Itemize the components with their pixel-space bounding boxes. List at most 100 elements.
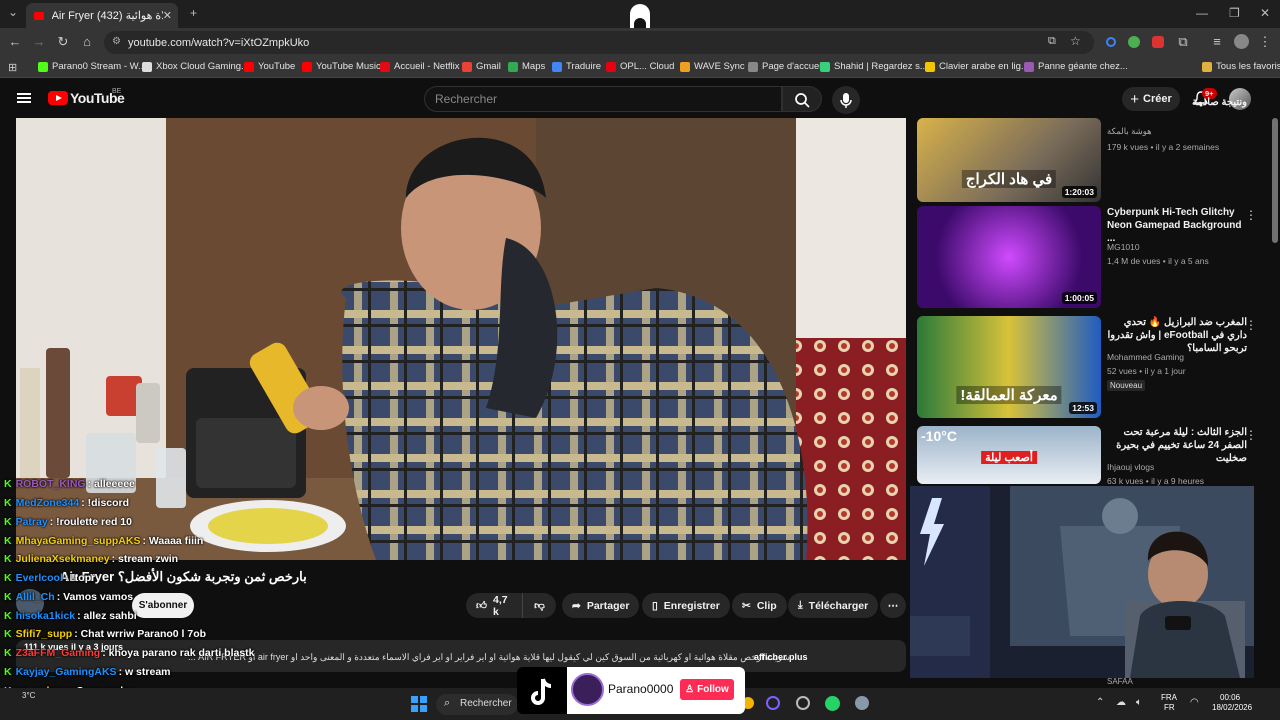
home-icon[interactable]: ⌂: [80, 35, 94, 49]
bookmark-label: YouTube: [258, 61, 296, 72]
more-actions-button[interactable]: ⋯: [880, 593, 906, 618]
more-options-icon[interactable]: ⋮: [1245, 318, 1257, 332]
tab-close-icon[interactable]: ✕: [163, 9, 172, 22]
related-video-card[interactable]: في هاد الكراج 1:20:03 ونتيجة صادمة هوشة بال…: [917, 96, 1277, 202]
video-thumbnail[interactable]: في هاد الكراج 1:20:03: [917, 118, 1101, 202]
minimize-button[interactable]: —: [1196, 6, 1208, 20]
related-view-stats: 1,4 M de vues • il y a 5 ans: [1107, 256, 1209, 266]
tray-chevron-icon[interactable]: ⌃: [1096, 697, 1104, 708]
tab-search-icon[interactable]: ⌄: [8, 5, 18, 19]
bookmark-favicon-icon: [680, 61, 690, 72]
chat-message: K MedZone344: !discord: [4, 497, 129, 509]
related-video-title[interactable]: ونتيجة صادمة: [1107, 96, 1247, 109]
sidebar-scrollbar[interactable]: [1272, 118, 1278, 243]
bookmark-item[interactable]: Accueil - Netflix: [380, 61, 459, 72]
bookmark-label: Page d'accueil: [762, 61, 824, 72]
video-thumbnail[interactable]: 1:00:05: [917, 206, 1101, 308]
bookmark-item[interactable]: Shahid | Regardez s...: [820, 61, 928, 72]
clock-date[interactable]: 18/02/2026: [1212, 703, 1252, 712]
bookmark-star-icon[interactable]: ☆: [1070, 34, 1081, 48]
bookmark-item[interactable]: Gmail: [462, 61, 501, 72]
all-bookmarks-button[interactable]: Tous les favoris: [1202, 61, 1280, 72]
site-info-icon[interactable]: ⚙: [112, 36, 121, 47]
video-thumbnail[interactable]: أصعب ليلة -10°C: [917, 426, 1101, 484]
search-button[interactable]: [782, 86, 822, 112]
bookmark-item[interactable]: YouTube: [244, 61, 295, 72]
search-icon: ⌕: [444, 697, 451, 709]
weather-widget[interactable]: 3°C: [22, 691, 35, 700]
related-video-title[interactable]: Cyberpunk Hi-Tech Glitchy Neon Gamepad B…: [1107, 206, 1247, 245]
related-channel-name[interactable]: Mohammed Gaming: [1107, 352, 1184, 362]
windows-start-icon[interactable]: [411, 696, 427, 712]
install-icon[interactable]: ⧉: [1048, 35, 1056, 48]
clock-time[interactable]: 00:06: [1220, 693, 1240, 702]
bookmark-item[interactable]: Page d'accueil: [748, 61, 824, 72]
more-options-icon[interactable]: ⋮: [1245, 208, 1257, 222]
related-video-card[interactable]: معركة العمالقة! 12:53 المغرب ضد البرازيل 🔥…: [917, 316, 1277, 422]
bookmark-item[interactable]: Clavier arabe en lig...: [925, 61, 1029, 72]
reload-icon[interactable]: ↻: [56, 35, 70, 49]
address-bar[interactable]: ⚙ youtube.com/watch?v=iXtOZmpkUko ⧉ ☆: [104, 31, 1094, 54]
bookmark-favicon-icon: [606, 61, 616, 72]
thumbnail-temperature: -10°C: [921, 428, 957, 444]
more-options-icon[interactable]: ⋮: [1245, 428, 1257, 442]
back-icon[interactable]: ←: [8, 35, 22, 49]
keyboard-layout[interactable]: FR: [1164, 703, 1175, 712]
like-button[interactable]: 👍︎ 4,7 k: [466, 593, 522, 618]
menu-kebab-icon[interactable]: ⋮: [1258, 35, 1272, 49]
volume-icon[interactable]: 🔈︎: [1136, 697, 1142, 708]
settings-gear-icon[interactable]: [855, 696, 869, 710]
forward-icon[interactable]: →: [32, 35, 46, 49]
network-icon[interactable]: ☁: [1116, 697, 1126, 708]
subscribe-button[interactable]: S'abonner: [132, 593, 194, 618]
related-channel-name[interactable]: MG1010: [1107, 242, 1140, 252]
youtube-logo-icon[interactable]: [48, 91, 68, 105]
bookmark-item[interactable]: WAVE Sync: [680, 61, 745, 72]
voice-search-button[interactable]: [832, 86, 860, 114]
extension-red-icon[interactable]: [1152, 36, 1164, 48]
close-window-button[interactable]: ✕: [1260, 6, 1270, 20]
apps-grid-icon[interactable]: ⊞: [8, 61, 17, 74]
chat-text: : khoya parano rak darti blastk: [102, 647, 255, 659]
tiktok-follow-button[interactable]: ♙ Follow: [680, 679, 734, 700]
wifi-icon[interactable]: ◠: [1190, 697, 1199, 708]
bookmark-item[interactable]: Panne géante chez...: [1024, 61, 1128, 72]
bookmark-item[interactable]: Traduire: [552, 61, 601, 72]
related-channel-name[interactable]: هوشة بالمكة: [1107, 126, 1152, 137]
bookmark-item[interactable]: OPL... Cloud: [606, 61, 674, 72]
chrome-taskbar-icon[interactable]: [796, 696, 810, 710]
keyboard-language[interactable]: FRA: [1161, 693, 1177, 702]
bookmark-label: Parano0 Stream - W...: [52, 61, 146, 72]
video-player[interactable]: [16, 118, 906, 560]
related-video-card[interactable]: 1:00:05 Cyberpunk Hi-Tech Glitchy Neon Ga…: [917, 206, 1277, 312]
related-video-title[interactable]: الجزء الثالث : ليلة مرعبة تحت الصفر 24 س…: [1107, 426, 1247, 465]
whatsapp-icon[interactable]: [825, 696, 840, 711]
taskbar-search[interactable]: ⌕ Rechercher: [436, 694, 518, 715]
tab-active[interactable]: Air Fryer مقلاة هوائية (432) ✕: [26, 3, 178, 28]
video-thumbnail[interactable]: معركة العمالقة! 12:53: [917, 316, 1101, 418]
clip-button[interactable]: ✂ Clip: [732, 593, 787, 618]
taskbar-app-icon[interactable]: [766, 696, 780, 710]
extension-icon[interactable]: [1106, 37, 1116, 47]
save-button[interactable]: ▯ Enregistrer: [642, 593, 730, 618]
search-input[interactable]: Rechercher: [424, 86, 782, 112]
related-video-title[interactable]: المغرب ضد البرازيل 🔥 تحدي داري في eFootb…: [1107, 316, 1248, 355]
bookmark-item[interactable]: Maps: [508, 61, 545, 72]
maximize-button[interactable]: ❐: [1229, 6, 1240, 20]
bookmark-item[interactable]: YouTube Music: [302, 61, 381, 72]
related-channel-name[interactable]: Ihjaouj vlogs: [1107, 462, 1154, 472]
profile-avatar[interactable]: [1234, 34, 1249, 49]
extension-green-icon[interactable]: [1128, 36, 1140, 48]
dislike-button[interactable]: 👎︎: [522, 593, 556, 618]
webcam-image: [910, 486, 1254, 678]
share-button[interactable]: ➦ Partager: [562, 593, 640, 618]
chat-text: : !discord: [81, 497, 130, 509]
bookmark-item[interactable]: Xbox Cloud Gaming...: [142, 61, 249, 72]
show-more-link[interactable]: afficher plus: [754, 652, 808, 662]
extensions-puzzle-icon[interactable]: ⧉: [1176, 35, 1190, 49]
hamburger-menu-icon[interactable]: [17, 93, 31, 95]
bookmark-item[interactable]: Parano0 Stream - W...: [38, 61, 146, 72]
reading-list-icon[interactable]: ≡: [1210, 35, 1224, 49]
new-tab-button[interactable]: +: [190, 6, 197, 20]
download-button[interactable]: ⤓ Télécharger: [788, 593, 879, 618]
